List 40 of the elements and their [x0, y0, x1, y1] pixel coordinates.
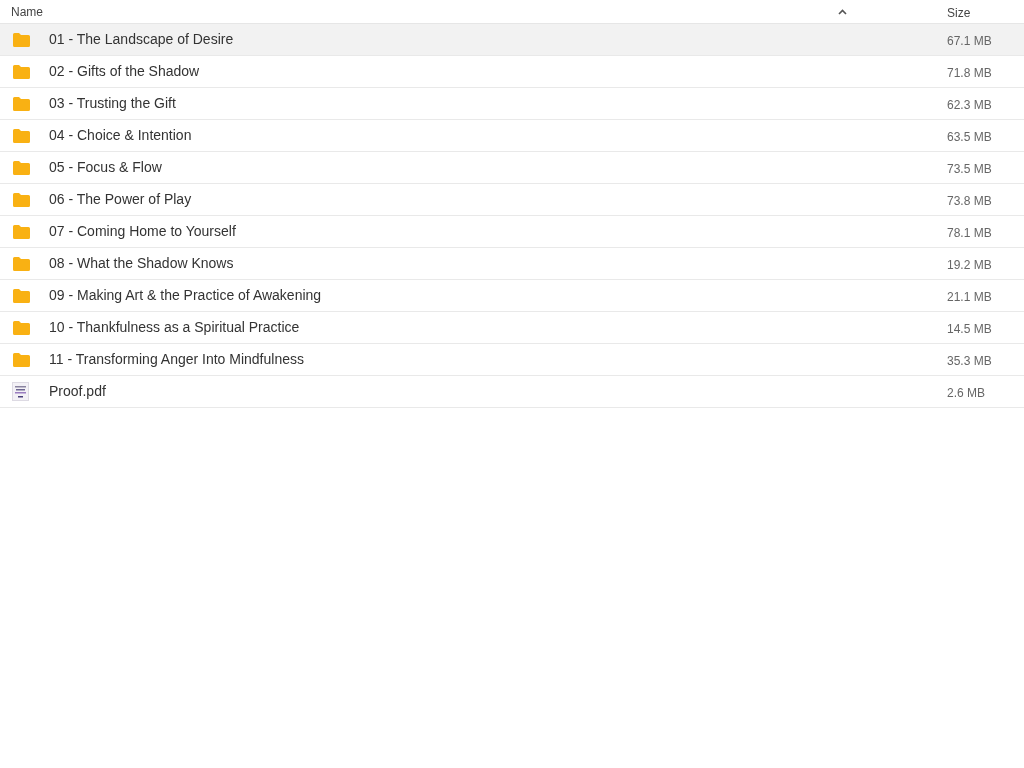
file-size: 19.2 MB: [947, 257, 992, 272]
folder-icon: [12, 159, 31, 176]
file-name: 02 - Gifts of the Shadow: [49, 62, 200, 81]
folder-icon: [12, 31, 31, 48]
folder-icon: [12, 191, 31, 208]
file-row[interactable]: 01 - The Landscape of Desire 67.1 MB: [0, 24, 1024, 56]
folder-icon: [12, 255, 31, 272]
file-size: 21.1 MB: [947, 289, 992, 304]
folder-icon: [12, 351, 31, 368]
file-size: 71.8 MB: [947, 65, 992, 80]
file-name: 09 - Making Art & the Practice of Awakening: [49, 286, 322, 305]
file-name: 06 - The Power of Play: [49, 190, 192, 209]
file-name: 08 - What the Shadow Knows: [49, 254, 234, 273]
file-size: 73.5 MB: [947, 161, 992, 176]
column-header[interactable]: Name: [0, 2, 847, 21]
file-size: 14.5 MB: [947, 321, 992, 336]
file-name: 01 - The Landscape of Desire: [49, 30, 234, 49]
file-size: 63.5 MB: [947, 129, 992, 144]
file-size: 35.3 MB: [947, 353, 992, 368]
file-size: 62.3 MB: [947, 97, 992, 112]
folder-icon: [12, 223, 31, 240]
folder-icon: [12, 319, 31, 336]
file-name: Proof.pdf: [49, 382, 106, 401]
folder-icon: [12, 63, 31, 80]
document-thumbnail-icon: [12, 382, 29, 401]
column-header[interactable]: Size: [947, 3, 971, 22]
file-name: 10 - Thankfulness as a Spiritual Practice: [49, 318, 300, 337]
file-size: 67.1 MB: [947, 33, 992, 48]
folder-icon: [12, 127, 31, 144]
file-size: 73.8 MB: [947, 193, 992, 208]
folder-icon: [12, 95, 31, 112]
folder-icon: [12, 287, 31, 304]
file-name: 11 - Transforming Anger Into Mindfulness: [49, 350, 304, 369]
file-name: 05 - Focus & Flow: [49, 158, 162, 177]
sort-up-icon[interactable]: [838, 8, 847, 15]
file-size: 2.6 MB: [947, 385, 985, 400]
file-name: 04 - Choice & Intention: [49, 126, 192, 145]
file-name: 07 - Coming Home to Yourself: [49, 222, 236, 241]
file-size: 78.1 MB: [947, 225, 992, 240]
file-name: 03 - Trusting the Gift: [49, 94, 176, 113]
